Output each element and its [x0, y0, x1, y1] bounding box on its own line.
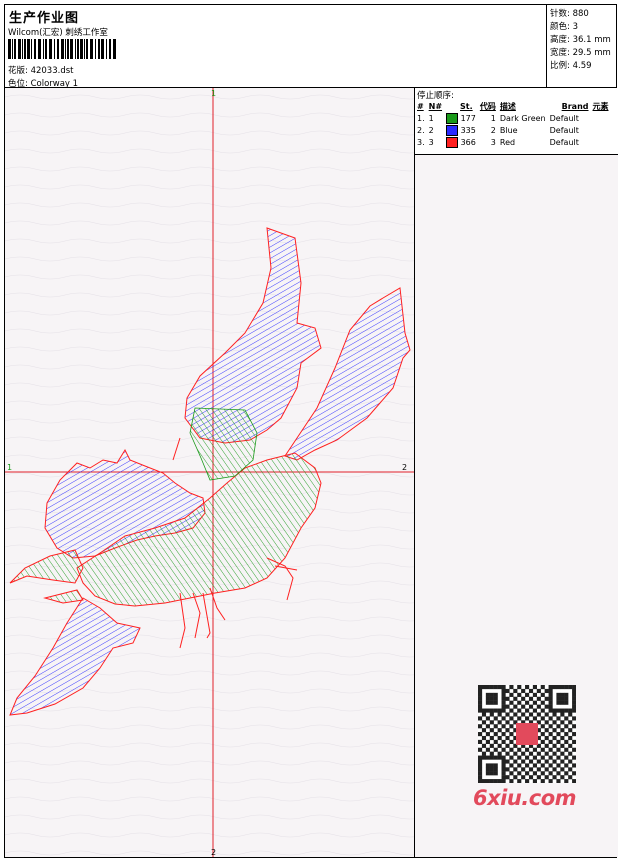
color-swatch	[446, 136, 459, 148]
stat-colors: 颜色: 3	[550, 22, 578, 32]
barcode-icon	[8, 39, 116, 59]
color-swatch	[446, 112, 459, 124]
watermark-text: 6xiu.com	[473, 786, 577, 810]
table-row: 1. 1 177 1 Dark Green Default	[417, 112, 579, 124]
axis-bottom-label: 2	[211, 848, 216, 857]
design-canvas: 1 2 1 2	[5, 88, 414, 857]
stop-sequence-table: # N# St. 代码 描述 Brand 元素 1. 1 177 1 Dark …	[415, 100, 611, 148]
column-header: St.	[460, 101, 473, 111]
stop-sequence-table-area: 停止顺序: # N# St. 代码 描述 Brand 元素 1. 1 177 1…	[415, 88, 618, 155]
axis-right-label: 2	[402, 463, 407, 472]
embroidery-preview: 1 2 1 2	[5, 88, 414, 857]
column-header: 元素	[592, 101, 609, 111]
design-stats: 针数: 880 颜色: 3 高度: 36.1 mm 宽度: 29.5 mm 比例…	[546, 5, 618, 87]
design-file: 花版: 42033.dst	[8, 66, 74, 76]
page-title: 生产作业图	[9, 11, 80, 26]
stat-stitches: 针数: 880	[550, 9, 589, 19]
qr-code-icon	[478, 685, 576, 783]
stat-width: 宽度: 29.5 mm	[550, 48, 611, 58]
stat-scale: 比例: 4.59	[550, 61, 592, 71]
column-header: Brand	[561, 101, 589, 111]
table-header-row: # N# St. 代码 描述 Brand 元素	[415, 100, 611, 112]
company-name: Wilcom(汇宏) 刺绣工作室	[8, 28, 108, 38]
column-header: 描述	[499, 101, 516, 111]
color-swatch	[446, 124, 459, 136]
header-panel: 生产作业图 Wilcom(汇宏) 刺绣工作室 花版: 42033.dst 色位:…	[5, 5, 545, 89]
table-row: 3. 3 366 3 Red Default	[417, 136, 579, 148]
axis-left-label: 1	[7, 463, 12, 472]
design-file-name: 42033.dst	[30, 66, 74, 76]
axis-top-label: 1	[211, 89, 216, 98]
column-header: N#	[428, 101, 443, 111]
column-header: #	[417, 101, 424, 111]
watermark: 6xiu.com	[470, 682, 582, 812]
stat-height: 高度: 36.1 mm	[550, 35, 611, 45]
table-row: 2. 2 335 2 Blue Default	[417, 124, 579, 136]
column-header: 代码	[479, 101, 496, 111]
